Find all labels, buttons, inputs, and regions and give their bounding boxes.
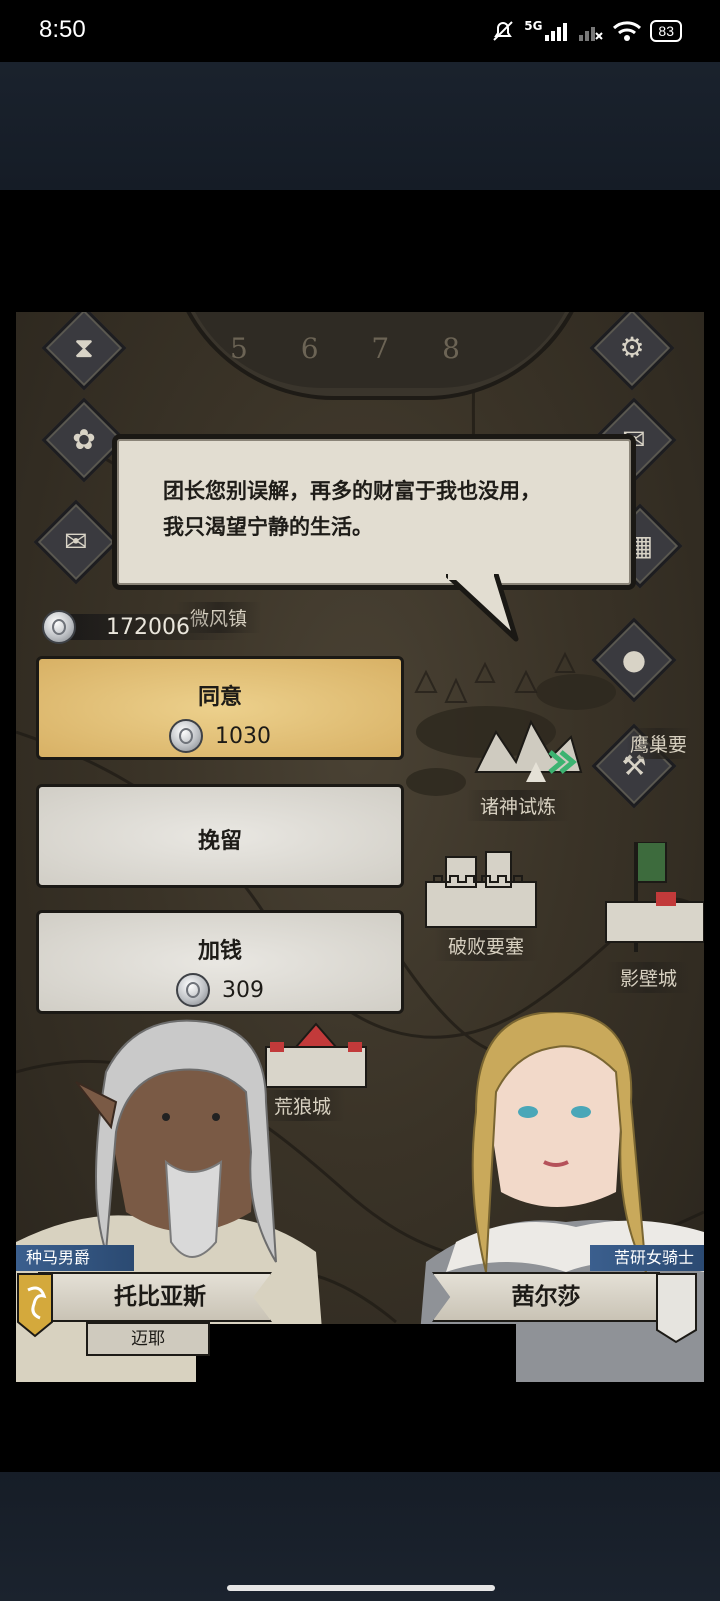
game-viewport: 5 6 7 8 ⧗ ✿ ✉ ⚙ ✉ ▦ ● ⚒ 微风镇 诸神试炼 破败要塞 荒狼… — [16, 312, 704, 1382]
portrait-divider — [196, 1324, 516, 1382]
status-time: 8:50 — [39, 16, 86, 43]
right-crest-icon — [656, 1273, 697, 1344]
left-character-nameplate[interactable]: 托比亚斯 — [38, 1272, 272, 1322]
option-agree-label: 同意 — [197, 685, 242, 710]
option-agree-button[interactable]: 同意 1030 — [36, 656, 404, 760]
top-letterbox — [0, 62, 720, 190]
option-retain-label: 挽留 — [197, 829, 242, 854]
wifi-icon — [613, 21, 642, 41]
mute-bell-icon — [493, 21, 513, 41]
option-agree-cost: 1030 — [39, 719, 401, 753]
option-agree-cost-value: 1030 — [215, 723, 271, 749]
option-raise-pay-label: 加钱 — [197, 939, 242, 964]
left-character-subname: 迈耶 — [86, 1322, 210, 1356]
place-zhushen[interactable]: 诸神试炼 — [466, 790, 571, 821]
battery-indicator: 83 — [650, 20, 682, 42]
castle-zhushen-icon[interactable] — [466, 702, 586, 792]
option-raise-pay-button[interactable]: 加钱 309 — [36, 910, 404, 1014]
silver-coin-icon — [42, 610, 76, 644]
currency-amount: 172006 — [106, 614, 190, 640]
right-character-title: 苦研女骑士 — [590, 1245, 704, 1271]
signal-empty-icon — [579, 27, 604, 41]
option-raise-pay-cost-value: 309 — [222, 977, 264, 1003]
left-character-title: 种马男爵 — [16, 1245, 134, 1271]
option-retain-button[interactable]: 挽留 — [36, 784, 404, 888]
place-right-edge[interactable]: 鹰巢要 — [626, 728, 692, 759]
home-indicator[interactable] — [227, 1585, 495, 1591]
status-icons: 5G 83 — [490, 18, 682, 44]
silver-coin-icon — [176, 973, 210, 1007]
dialog-tail — [446, 574, 519, 642]
castle-pobai-icon[interactable] — [416, 842, 546, 932]
castle-yingbi-icon[interactable] — [596, 842, 704, 952]
bottom-letterbox — [0, 1472, 720, 1601]
dialog-text: 团长您别误解，再多的财富于我也没用， 我只渴望宁静的生活。 — [163, 473, 541, 545]
place-yingbi[interactable]: 影壁城 — [606, 962, 692, 993]
option-raise-pay-cost: 309 — [39, 973, 401, 1007]
silver-coin-icon — [169, 719, 203, 753]
left-crest-icon — [17, 1273, 53, 1338]
place-pobai[interactable]: 破败要塞 — [434, 930, 539, 961]
signal-icon — [545, 23, 568, 41]
network-type: 5G — [524, 19, 543, 33]
turn-wheel-numbers: 5 6 7 8 — [230, 332, 482, 365]
right-character-nameplate[interactable]: 茜尔莎 — [432, 1272, 660, 1322]
right-character-name: 茜尔莎 — [511, 1284, 581, 1310]
left-character-name: 托比亚斯 — [114, 1284, 206, 1310]
status-bar: 8:50 5G 83 — [0, 0, 720, 62]
dialog-line-2: 我只渴望宁静的生活。 — [163, 515, 373, 539]
currency-display: 172006 — [42, 610, 190, 644]
dialog-line-1: 团长您别误解，再多的财富于我也没用， — [163, 479, 541, 503]
dialog-bubble: 团长您别误解，再多的财富于我也没用， 我只渴望宁静的生活。 — [112, 434, 636, 590]
